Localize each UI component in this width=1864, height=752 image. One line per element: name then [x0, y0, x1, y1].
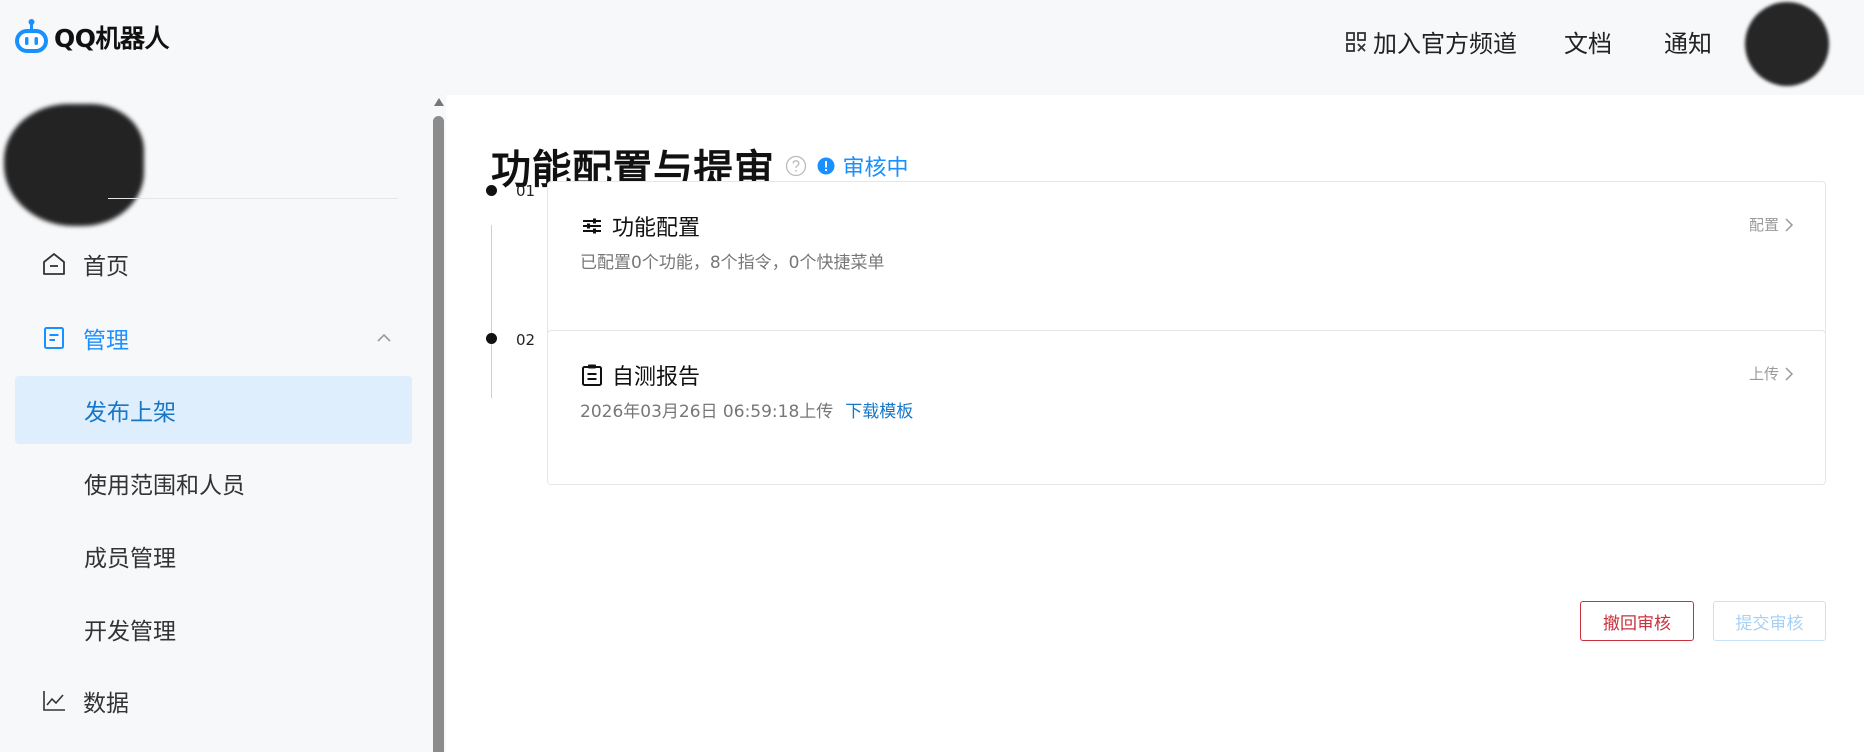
clipboard-icon: [582, 364, 602, 386]
top-header: QQ机器人 加入官方频道 文档 通知: [0, 0, 1864, 90]
notify-label: 通知: [1664, 30, 1712, 58]
card-title: 自测报告: [612, 365, 701, 390]
step-card-config: 功能配置 已配置0个功能，8个指令，0个快捷菜单 配置: [547, 181, 1826, 336]
status-badge: 审核中: [817, 150, 909, 182]
chevron-right-icon: [1785, 217, 1794, 232]
withdraw-review-button[interactable]: 撤回审核: [1580, 601, 1694, 641]
qr-code-icon: [1346, 31, 1366, 52]
main-panel: 功能配置与提审 审核中 01 功能配置 已配置0个功能，8个指令，0个快捷菜单 …: [446, 95, 1864, 752]
timeline-dot: [486, 185, 497, 196]
manage-icon: [44, 327, 64, 349]
notify-link[interactable]: 通知: [1664, 24, 1712, 59]
scroll-up-arrow-icon[interactable]: [434, 98, 444, 106]
join-channel-label: 加入官方频道: [1373, 30, 1517, 58]
upload-link[interactable]: 上传: [1749, 363, 1795, 384]
sidebar-item-label: 数据: [83, 691, 129, 717]
upload-time: 2026年03月26日 06:59:18上传: [580, 402, 834, 422]
upload-label: 上传: [1748, 365, 1779, 383]
chevron-up-icon[interactable]: [376, 330, 392, 346]
sidebar-item-label: 首页: [83, 254, 129, 280]
card-title: 功能配置: [612, 216, 701, 241]
timeline-dot: [486, 333, 497, 344]
sidebar: 首页 管理 发布上架 使用范围和人员 成员管理 开发管理 数据: [0, 90, 430, 752]
step-number: 01: [516, 182, 536, 200]
sidebar-item-label: 成员管理: [84, 546, 176, 572]
sidebar-item-dev[interactable]: 开发管理: [15, 595, 412, 663]
info-icon: [817, 157, 834, 175]
sidebar-item-members[interactable]: 成员管理: [15, 522, 412, 590]
status-label: 审核中: [842, 156, 909, 181]
sidebar-item-label: 发布上架: [84, 400, 176, 426]
sidebar-item-publish[interactable]: 发布上架: [15, 376, 412, 444]
sliders-icon: [583, 218, 601, 234]
configure-link[interactable]: 配置: [1749, 214, 1795, 235]
step-number: 02: [516, 331, 536, 349]
home-icon: [43, 253, 65, 275]
brand-name: QQ机器人: [54, 24, 170, 53]
download-template-link[interactable]: 下载模板: [845, 397, 913, 422]
step-card-report: 自测报告 2026年03月26日 06:59:18上传 下载模板 上传: [547, 330, 1826, 485]
robot-logo-icon: [15, 19, 48, 53]
sidebar-item-manage[interactable]: 管理: [0, 306, 430, 370]
card-header: 功能配置: [580, 210, 700, 242]
chevron-right-icon: [1785, 366, 1794, 381]
sidebar-item-label: 使用范围和人员: [84, 473, 245, 499]
configure-label: 配置: [1748, 216, 1779, 234]
sidebar-item-scope[interactable]: 使用范围和人员: [15, 449, 412, 517]
card-subtitle: 2026年03月26日 06:59:18上传 下载模板: [580, 397, 913, 422]
user-avatar[interactable]: [1745, 2, 1829, 86]
join-channel-link[interactable]: 加入官方频道: [1345, 24, 1517, 59]
sidebar-scrollbar[interactable]: [433, 98, 445, 752]
timeline-line: [491, 225, 492, 398]
help-icon[interactable]: [785, 155, 807, 177]
chart-line-icon: [43, 691, 65, 711]
scroll-thumb[interactable]: [433, 116, 444, 752]
sidebar-item-label: 开发管理: [84, 619, 176, 645]
submit-review-button[interactable]: 提交审核: [1713, 601, 1826, 641]
docs-label: 文档: [1564, 30, 1612, 58]
card-subtitle: 已配置0个功能，8个指令，0个快捷菜单: [580, 248, 884, 273]
brand-logo[interactable]: QQ机器人: [13, 18, 170, 56]
sidebar-divider: [108, 198, 398, 199]
card-header: 自测报告: [580, 359, 700, 391]
docs-link[interactable]: 文档: [1564, 24, 1612, 59]
sidebar-item-home[interactable]: 首页: [0, 232, 430, 296]
sidebar-item-label: 管理: [83, 328, 129, 354]
bot-avatar: [4, 104, 144, 226]
sidebar-item-data[interactable]: 数据: [0, 669, 430, 733]
config-summary: 已配置0个功能，8个指令，0个快捷菜单: [580, 253, 885, 273]
